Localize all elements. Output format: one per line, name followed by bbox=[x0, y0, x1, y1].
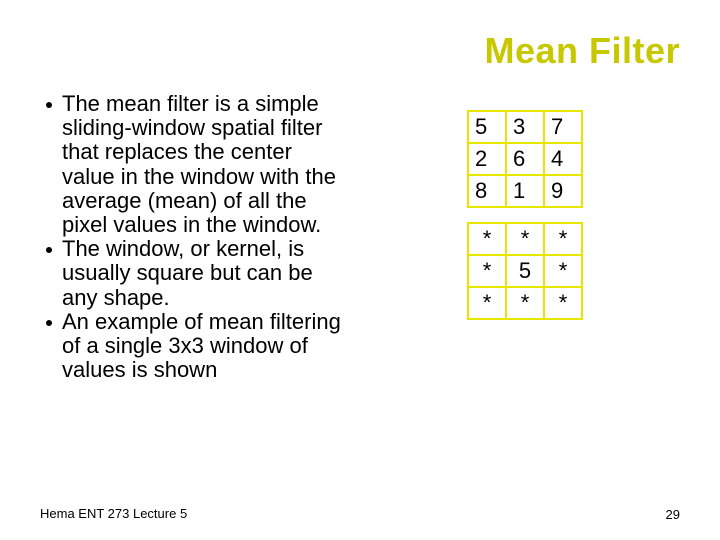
input-grid: 5 3 7 2 6 4 8 1 9 bbox=[467, 110, 583, 208]
bullet-item: The window, or kernel, is usually square… bbox=[40, 237, 350, 310]
cell: 5 bbox=[506, 255, 544, 287]
cell: 8 bbox=[468, 175, 506, 207]
cell: 1 bbox=[506, 175, 544, 207]
cell: 6 bbox=[506, 143, 544, 175]
page-number: 29 bbox=[666, 507, 680, 522]
table-row: 8 1 9 bbox=[468, 175, 582, 207]
bullet-column: The mean filter is a simple sliding-wind… bbox=[40, 92, 370, 382]
slide-title: Mean Filter bbox=[40, 30, 680, 72]
cell: 2 bbox=[468, 143, 506, 175]
cell: 4 bbox=[544, 143, 582, 175]
cell: 5 bbox=[468, 111, 506, 143]
cell: * bbox=[544, 287, 582, 319]
table-row: * 5 * bbox=[468, 255, 582, 287]
table-row: 5 3 7 bbox=[468, 111, 582, 143]
cell: * bbox=[468, 287, 506, 319]
table-row: * * * bbox=[468, 223, 582, 255]
cell: 3 bbox=[506, 111, 544, 143]
bullet-text: The window, or kernel, is usually square… bbox=[62, 237, 350, 310]
slide: Mean Filter The mean filter is a simple … bbox=[0, 0, 720, 540]
bullet-item: An example of mean filtering of a single… bbox=[40, 310, 350, 383]
cell: * bbox=[544, 223, 582, 255]
bullet-dot-icon bbox=[46, 102, 52, 108]
cell: 7 bbox=[544, 111, 582, 143]
table-row: * * * bbox=[468, 287, 582, 319]
bullet-dot-icon bbox=[46, 320, 52, 326]
table-row: 2 6 4 bbox=[468, 143, 582, 175]
cell: * bbox=[544, 255, 582, 287]
bullet-item: The mean filter is a simple sliding-wind… bbox=[40, 92, 350, 237]
cell: * bbox=[468, 255, 506, 287]
cell: 9 bbox=[544, 175, 582, 207]
bullet-list: The mean filter is a simple sliding-wind… bbox=[40, 92, 350, 382]
content-row: The mean filter is a simple sliding-wind… bbox=[40, 92, 680, 382]
grids-column: 5 3 7 2 6 4 8 1 9 * * bbox=[370, 92, 680, 382]
cell: * bbox=[506, 223, 544, 255]
cell: * bbox=[506, 287, 544, 319]
cell: * bbox=[468, 223, 506, 255]
bullet-text: An example of mean filtering of a single… bbox=[62, 310, 350, 383]
bullet-dot-icon bbox=[46, 247, 52, 253]
bullet-text: The mean filter is a simple sliding-wind… bbox=[62, 92, 350, 237]
output-grid: * * * * 5 * * * * bbox=[467, 222, 583, 320]
footer-text: Hema ENT 273 Lecture 5 bbox=[40, 506, 187, 522]
